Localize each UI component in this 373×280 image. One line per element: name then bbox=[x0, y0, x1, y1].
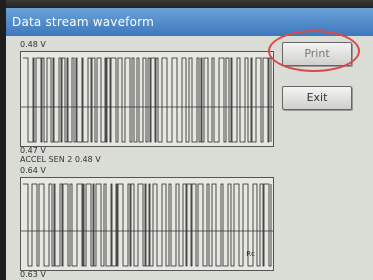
waveform2-marker: Rc bbox=[246, 250, 255, 258]
waveform2-max-label: 0.64 V bbox=[20, 166, 46, 175]
screen: Data stream waveform 0.48 V 0.47 V ACCEL… bbox=[6, 8, 373, 280]
waveform1-min-label: 0.47 V bbox=[20, 146, 46, 155]
waveform2-graphic bbox=[21, 183, 273, 267]
waveform1-graphic bbox=[21, 57, 273, 143]
waveform2-plot[interactable]: Rc bbox=[20, 177, 274, 271]
waveform1-plot[interactable] bbox=[20, 51, 274, 147]
print-highlight-ring bbox=[268, 30, 360, 72]
waveform-trace bbox=[23, 57, 272, 143]
waveform1-max-label: 0.48 V bbox=[20, 40, 46, 49]
waveform2-min-label: 0.63 V bbox=[20, 270, 46, 279]
waveform-trace bbox=[23, 183, 272, 267]
waveform-area: 0.48 V 0.47 V ACCEL SEN 2 0.48 V 0.64 V … bbox=[14, 38, 276, 280]
waveform2-name-label: ACCEL SEN 2 0.48 V bbox=[20, 155, 101, 164]
exit-button[interactable]: Exit bbox=[282, 86, 352, 110]
